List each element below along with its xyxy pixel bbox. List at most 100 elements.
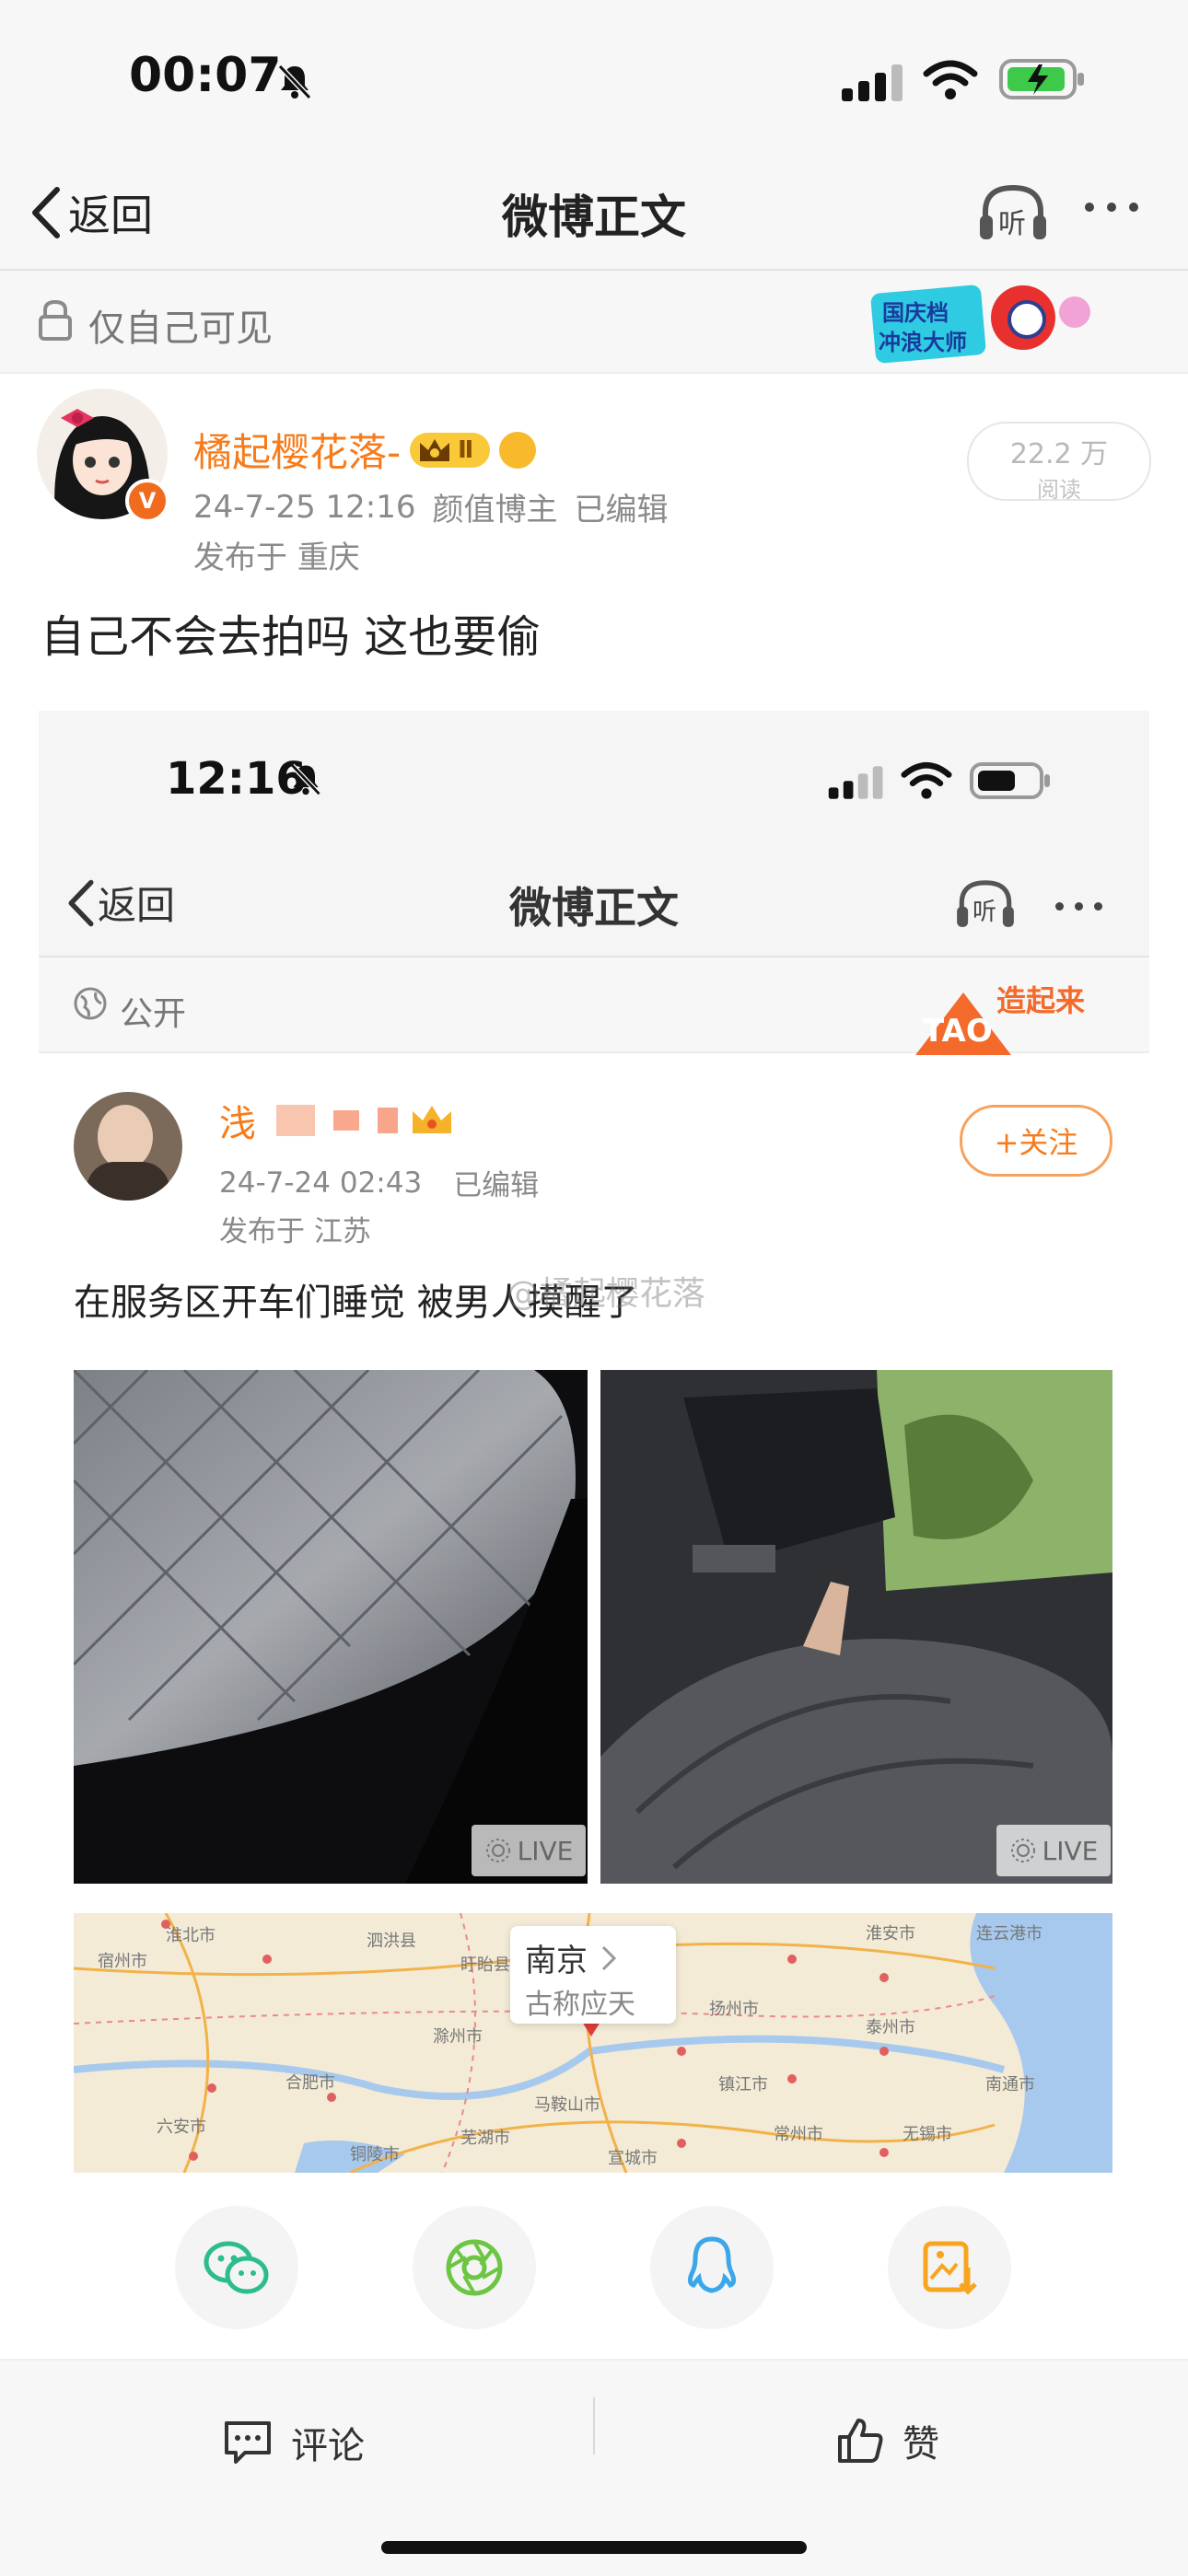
comment-button[interactable]: 评论 (223, 2416, 365, 2469)
location-map: 淮北市 宿州市 淮安市 连云港市 泗洪县 盱眙县 滁州市 扬州市 泰州市 南通市… (74, 1913, 1112, 2173)
map-label: 盱眙县 (460, 1955, 510, 1975)
embedded-time: 12:16 (166, 753, 307, 805)
embedded-more-icon (1055, 902, 1102, 911)
map-city-subtitle: 古称应天 (525, 1989, 635, 2021)
redaction-block (378, 1108, 398, 1133)
map-city: 南京 (525, 1943, 588, 1979)
bottom-action-bar: 评论 赞 (0, 2359, 1188, 2576)
post-image[interactable]: 12:16 返回 微博正文 听 公开 TAO 造起来 浅 +关注 24-7-24… (39, 711, 1149, 2173)
map-label: 宣城市 (608, 2149, 658, 2168)
share-wechat-button[interactable] (175, 2206, 298, 2329)
share-qq-button[interactable] (650, 2206, 774, 2329)
visibility-bar: 仅自己可见 国庆档 冲浪大师 (0, 271, 1188, 374)
embedded-mute-bell-icon (290, 763, 321, 796)
crown-badge-icon (413, 1106, 451, 1133)
reads-label: 阅读 (1037, 477, 1081, 503)
reads-count: 22.2 万 (1009, 438, 1109, 470)
author-tag: 颜值博主 (432, 492, 558, 528)
level-badge: Ⅱ (410, 432, 491, 468)
embedded-author-name: 浅 (219, 1103, 256, 1145)
promo-badge[interactable]: 国庆档 冲浪大师 (869, 276, 1103, 368)
promo-line1: 国庆档 (882, 300, 949, 326)
mute-bell-icon (277, 64, 312, 100)
crown-icon (420, 438, 450, 461)
more-button[interactable] (1085, 203, 1138, 212)
save-image-icon (923, 2241, 977, 2295)
like-button[interactable]: 赞 (836, 2414, 939, 2467)
comment-icon (225, 2421, 271, 2464)
map-label: 镇江市 (718, 2075, 768, 2094)
author-name[interactable]: 橘起樱花落- (193, 422, 401, 478)
embedded-author-row: 浅 (219, 1094, 455, 1147)
post-date: 24-7-25 12:16 (193, 488, 416, 526)
embedded-listen-icon: 听 (952, 876, 1019, 932)
map-label: 宿州市 (98, 1952, 147, 1971)
wechat-icon (204, 2241, 269, 2294)
post-location: 发布于 重庆 (193, 540, 360, 576)
map-label: 滁州市 (433, 2027, 483, 2047)
promo-line2: 冲浪大师 (879, 330, 967, 355)
map-label: 芜湖市 (460, 2129, 510, 2148)
embedded-photo-1: LIVE (74, 1370, 588, 1884)
map-label: 合肥市 (285, 2073, 335, 2093)
map-label: 泰州市 (866, 2018, 915, 2037)
visibility-label: 仅自己可见 (88, 307, 273, 350)
author-avatar[interactable]: V (37, 389, 169, 523)
embedded-location: 发布于 江苏 (219, 1215, 371, 1248)
thumbs-up-icon (838, 2419, 883, 2463)
embedded-meta: 24-7-24 02:43 已编辑 (219, 1166, 540, 1203)
status-bar: 00:07 (0, 0, 1188, 157)
qq-icon (687, 2236, 737, 2293)
map-label: 泗洪县 (367, 1932, 416, 1951)
embedded-visibility-label: 公开 (120, 995, 187, 1033)
save-image-button[interactable] (888, 2206, 1011, 2329)
status-time: 00:07 (129, 48, 282, 103)
share-row (175, 2206, 1011, 2329)
map-label: 扬州市 (709, 2000, 759, 2019)
chevron-left-icon (32, 187, 60, 238)
cellular-signal-icon (842, 64, 903, 101)
reads-counter: 22.2 万 阅读 (967, 422, 1151, 503)
map-label: 铜陵市 (350, 2145, 400, 2164)
home-indicator (381, 2541, 807, 2554)
map-location-card: 南京 古称应天 (510, 1926, 676, 2024)
moments-icon (446, 2239, 503, 2296)
redaction-block (333, 1110, 359, 1131)
follow-button: +关注 (960, 1105, 1112, 1177)
map-label: 连云港市 (976, 1924, 1042, 1944)
battery-charging-icon (999, 59, 1084, 99)
live-photo-icon (485, 1839, 510, 1862)
redaction-block (276, 1105, 315, 1136)
car-interior-photo (600, 1370, 1112, 1884)
live-photo-icon (1010, 1839, 1035, 1862)
live-badge: LIVE (996, 1825, 1111, 1876)
edited-label: 已编辑 (574, 492, 669, 528)
globe-icon (74, 987, 107, 1020)
comment-label: 评论 (291, 2425, 365, 2467)
bottom-divider (593, 2397, 595, 2454)
map-label: 六安市 (157, 2118, 206, 2137)
nav-bar: 微博正文 返回 听 (0, 157, 1188, 271)
like-label: 赞 (903, 2423, 939, 2466)
wifi-icon (923, 60, 978, 99)
back-button[interactable]: 返回 (28, 182, 153, 243)
post-meta: 24-7-25 12:16 颜值博主 已编辑 (193, 484, 669, 529)
embedded-avatar (74, 1092, 182, 1201)
sunshade-photo (74, 1370, 588, 1884)
fan-badge-icon (499, 431, 537, 469)
embedded-battery-icon (970, 762, 1050, 799)
author-name-row: 橘起樱花落- Ⅱ (193, 422, 537, 478)
map-label: 淮安市 (866, 1924, 915, 1944)
lock-icon (39, 299, 72, 341)
map-label: 无锡市 (903, 2125, 952, 2144)
verified-badge: V (125, 479, 169, 523)
embedded-photo-2: LIVE (600, 1370, 1112, 1884)
map-label: 淮北市 (166, 1926, 215, 1945)
map-label: 常州市 (774, 2125, 823, 2144)
embedded-promo-banner: TAO 造起来 (915, 974, 1100, 1055)
embedded-wifi-icon (901, 761, 952, 799)
live-badge: LIVE (472, 1825, 586, 1876)
watermark: @橘起樱花落 (507, 1275, 706, 1313)
listen-button[interactable]: 听 (976, 180, 1050, 245)
share-moments-button[interactable] (413, 2206, 536, 2329)
